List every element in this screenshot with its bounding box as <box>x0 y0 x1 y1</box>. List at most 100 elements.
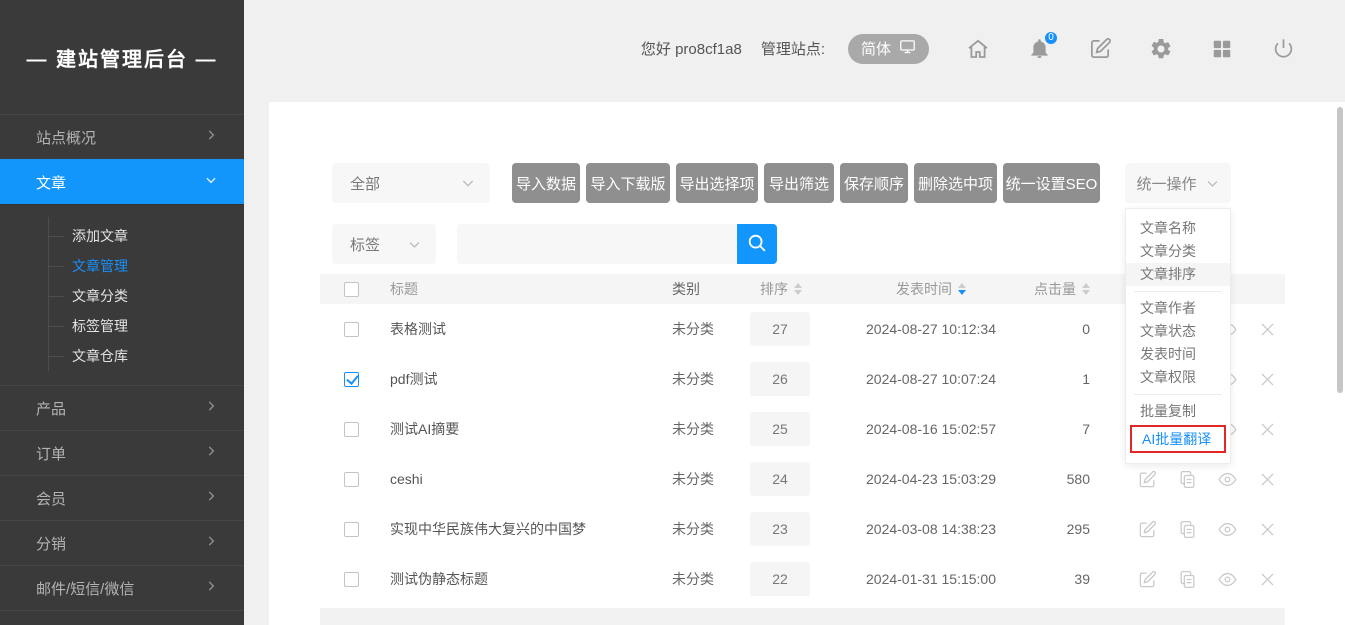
search-input[interactable] <box>457 224 737 264</box>
sidebar-item-label: 站点概况 <box>36 127 96 148</box>
copy-icon[interactable] <box>1178 470 1197 489</box>
sort-arrows[interactable] <box>794 283 802 295</box>
chevron-right-icon <box>204 399 218 417</box>
sidebar-item-label: 会员 <box>36 488 66 509</box>
sort-arrows[interactable] <box>1082 283 1090 295</box>
menu-item-article-category[interactable]: 文章分类 <box>1126 240 1230 263</box>
sidebar-item-articles[interactable]: 文章 <box>0 159 244 204</box>
chevron-right-icon <box>204 444 218 462</box>
view-icon[interactable] <box>1218 570 1237 589</box>
export-filtered-button[interactable]: 导出筛选 <box>764 163 834 203</box>
delete-icon[interactable] <box>1258 370 1277 389</box>
settings-icon[interactable] <box>1149 37 1173 61</box>
delete-selected-button[interactable]: 删除选中项 <box>914 163 997 203</box>
tag-filter-value: 标签 <box>350 234 380 255</box>
order-value[interactable]: 23 <box>750 512 810 546</box>
order-value[interactable]: 22 <box>750 562 810 596</box>
language-pill-button[interactable]: 简体 <box>848 34 929 64</box>
article-title[interactable]: 实现中华民族伟大复兴的中国梦 <box>390 504 586 554</box>
select-all-checkbox[interactable] <box>344 282 359 297</box>
view-icon[interactable] <box>1218 520 1237 539</box>
sidebar-item-site-overview[interactable]: 站点概况 <box>0 114 244 159</box>
manage-site-label: 管理站点: <box>761 38 825 59</box>
row-checkbox[interactable] <box>344 522 359 537</box>
order-value[interactable]: 25 <box>750 412 810 446</box>
published-time: 2024-04-23 15:03:29 <box>866 454 996 504</box>
menu-item-article-order[interactable]: 文章排序 <box>1126 263 1230 286</box>
sidebar-item-orders[interactable]: 订单 <box>0 430 244 475</box>
article-title[interactable]: 测试伪静态标题 <box>390 554 488 604</box>
delete-icon[interactable] <box>1258 470 1277 489</box>
chevron-down-icon <box>460 175 476 191</box>
menu-item-article-author[interactable]: 文章作者 <box>1126 297 1230 320</box>
menu-item-publish-time[interactable]: 发表时间 <box>1126 343 1230 366</box>
menu-item-article-permission[interactable]: 文章权限 <box>1126 366 1230 389</box>
top-header: 您好 pro8cf1a8 管理站点: 简体 0 <box>244 0 1345 97</box>
article-title[interactable]: 表格测试 <box>390 304 446 354</box>
tag-filter-select[interactable]: 标签 <box>332 224 436 264</box>
submenu-item-add-article[interactable]: 添加文章 <box>0 221 244 251</box>
copy-icon[interactable] <box>1178 520 1197 539</box>
order-value[interactable]: 27 <box>750 312 810 346</box>
sidebar-item-products[interactable]: 产品 <box>0 385 244 430</box>
unified-seo-button[interactable]: 统一设置SEO <box>1003 163 1100 203</box>
sidebar-item-distribution[interactable]: 分销 <box>0 520 244 565</box>
submenu-item-tag-management[interactable]: 标签管理 <box>0 311 244 341</box>
submenu-item-article-management[interactable]: 文章管理 <box>0 251 244 281</box>
chevron-right-icon <box>204 489 218 507</box>
import-download-button[interactable]: 导入下载版 <box>586 163 670 203</box>
menu-item-article-status[interactable]: 文章状态 <box>1126 320 1230 343</box>
copy-icon[interactable] <box>1178 570 1197 589</box>
submenu-item-article-warehouse[interactable]: 文章仓库 <box>0 341 244 371</box>
delete-icon[interactable] <box>1258 570 1277 589</box>
edit-row-icon[interactable] <box>1138 470 1157 489</box>
bell-icon[interactable]: 0 <box>1027 37 1051 61</box>
save-order-button[interactable]: 保存顺序 <box>840 163 908 203</box>
view-icon[interactable] <box>1218 470 1237 489</box>
row-checkbox[interactable] <box>344 472 359 487</box>
row-checkbox[interactable] <box>344 372 359 387</box>
apps-grid-icon[interactable] <box>1210 37 1234 61</box>
menu-item-batch-copy[interactable]: 批量复制 <box>1126 400 1230 423</box>
header-published[interactable]: 发表时间 <box>896 274 966 304</box>
language-label: 简体 <box>861 38 891 59</box>
table-row: 测试伪静态标题 未分类 22 2024-01-31 15:15:00 39 <box>320 554 1285 604</box>
sidebar-item-mail-sms-wechat[interactable]: 邮件/短信/微信 <box>0 565 244 610</box>
header-category: 类别 <box>672 274 700 304</box>
menu-item-ai-batch-translate[interactable]: AI批量翻译 <box>1130 425 1226 453</box>
content-card: 全部 导入数据 导入下载版 导出选择项 导出筛选 保存顺序 删除选中项 统一设置… <box>269 102 1345 625</box>
app-window: — 建站管理后台 — 站点概况 文章 添加文章 文章管理 文章分类 标签管理 文… <box>0 0 1345 625</box>
unified-operations-dropdown-button[interactable]: 统一操作 <box>1125 163 1231 203</box>
header-clicks[interactable]: 点击量 <box>1010 274 1090 304</box>
edit-row-icon[interactable] <box>1138 570 1157 589</box>
vertical-scrollbar[interactable] <box>1337 107 1343 393</box>
submenu-item-article-category[interactable]: 文章分类 <box>0 281 244 311</box>
article-title[interactable]: 测试AI摘要 <box>390 404 459 454</box>
category-filter-value: 全部 <box>350 173 380 194</box>
header-order[interactable]: 排序 <box>760 274 802 304</box>
category-filter-select[interactable]: 全部 <box>332 163 490 203</box>
order-value[interactable]: 24 <box>750 462 810 496</box>
home-icon[interactable] <box>966 37 990 61</box>
power-icon[interactable] <box>1271 37 1295 61</box>
table-footer-band <box>320 608 1285 625</box>
delete-icon[interactable] <box>1258 420 1277 439</box>
delete-icon[interactable] <box>1258 320 1277 339</box>
row-checkbox[interactable] <box>344 322 359 337</box>
search-button[interactable] <box>737 224 777 264</box>
sidebar-item-members[interactable]: 会员 <box>0 475 244 520</box>
chevron-down-icon <box>407 237 422 252</box>
greeting-text: 您好 pro8cf1a8 <box>641 38 742 59</box>
export-selected-button[interactable]: 导出选择项 <box>676 163 758 203</box>
sort-arrows[interactable] <box>958 283 966 295</box>
row-checkbox[interactable] <box>344 572 359 587</box>
edit-row-icon[interactable] <box>1138 520 1157 539</box>
edit-icon[interactable] <box>1088 37 1112 61</box>
article-title[interactable]: ceshi <box>390 454 423 504</box>
import-data-button[interactable]: 导入数据 <box>512 163 580 203</box>
order-value[interactable]: 26 <box>750 362 810 396</box>
delete-icon[interactable] <box>1258 520 1277 539</box>
menu-item-article-name[interactable]: 文章名称 <box>1126 217 1230 240</box>
article-title[interactable]: pdf测试 <box>390 354 437 404</box>
row-checkbox[interactable] <box>344 422 359 437</box>
